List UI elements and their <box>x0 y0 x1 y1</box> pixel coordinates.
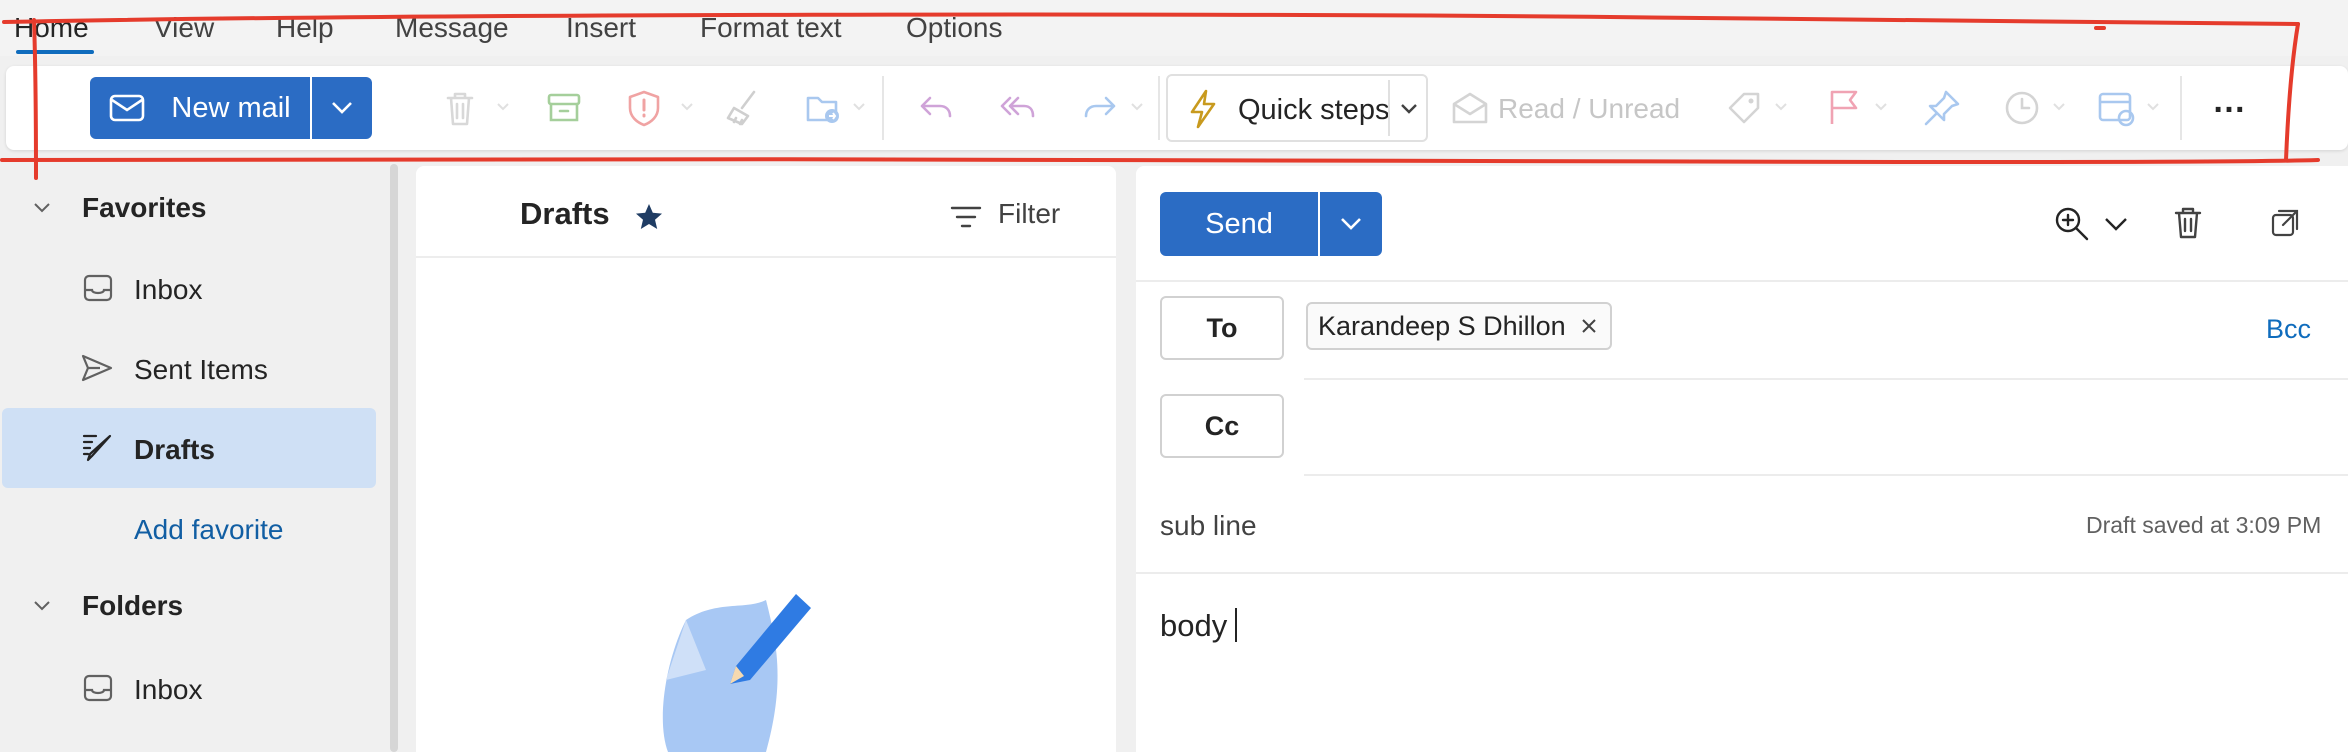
inbox-icon <box>83 274 113 302</box>
add-favorite-link[interactable]: Add favorite <box>134 514 283 546</box>
active-tab-indicator <box>16 50 94 54</box>
mail-icon <box>110 94 145 122</box>
pin-icon[interactable] <box>1920 86 1964 130</box>
to-button[interactable]: To <box>1160 296 1284 360</box>
ribbon-divider <box>2180 76 2182 140</box>
nav-item-inbox[interactable]: Inbox <box>134 274 203 306</box>
nav-item-folder-inbox[interactable]: Inbox <box>134 674 203 706</box>
ribbon-divider <box>1158 76 1160 140</box>
divider <box>1136 572 2348 574</box>
envelope-open-icon[interactable] <box>1448 86 1492 130</box>
more-icon[interactable]: … <box>2212 82 2246 121</box>
pane-resizer[interactable] <box>390 164 398 752</box>
chevron-down-icon[interactable] <box>1130 100 1144 114</box>
cc-label: Cc <box>1204 410 1240 441</box>
flag-icon[interactable] <box>1822 86 1866 130</box>
send-button[interactable]: Send <box>1160 192 1318 256</box>
tab-options[interactable]: Options <box>906 12 1003 44</box>
new-mail-label: New mail <box>171 91 291 124</box>
divider <box>1136 280 2348 282</box>
message-body-editor[interactable]: body <box>1160 608 1238 644</box>
chevron-down-icon <box>332 102 352 114</box>
draft-saved-status: Draft saved at 3:09 PM <box>2086 512 2322 538</box>
quick-steps-button[interactable]: Quick steps <box>1166 74 1428 142</box>
report-icon[interactable] <box>622 86 666 130</box>
recipient-chip[interactable]: Karandeep S Dhillon <box>1306 302 1612 350</box>
archive-icon[interactable] <box>542 86 586 130</box>
drafts-icon <box>82 434 112 462</box>
chevron-down-icon[interactable] <box>1400 102 1418 116</box>
pop-out-icon[interactable] <box>2270 208 2300 238</box>
send-options-dropdown[interactable] <box>1320 192 1382 256</box>
new-mail-button[interactable]: New mail <box>90 77 310 139</box>
to-label: To <box>1206 312 1238 343</box>
message-list: Drafts Filter <box>416 166 1116 752</box>
chevron-down-icon[interactable] <box>2052 100 2066 114</box>
tab-home[interactable]: Home <box>14 12 89 44</box>
drafts-illustration-icon <box>662 594 811 752</box>
send-label: Send <box>1205 207 1273 240</box>
chevron-down-icon <box>1341 218 1361 230</box>
subject-field[interactable]: sub line <box>1160 510 1257 542</box>
folders-header[interactable]: Folders <box>82 590 183 622</box>
chevron-down-icon[interactable] <box>32 198 52 218</box>
ribbon-tabs: Home View Help Message Insert Format tex… <box>0 0 2348 56</box>
bcc-button[interactable]: Bcc <box>2266 314 2311 345</box>
quick-steps-label: Quick steps <box>1238 94 1390 126</box>
forward-icon[interactable] <box>1078 86 1122 130</box>
zoom-icon[interactable] <box>2054 206 2090 242</box>
text-cursor <box>1235 608 1238 642</box>
reply-icon[interactable] <box>914 86 958 130</box>
star-icon[interactable] <box>634 202 664 232</box>
ribbon-divider <box>882 76 884 140</box>
tab-view[interactable]: View <box>154 12 214 44</box>
filter-button[interactable]: Filter <box>998 198 1060 230</box>
chevron-down-icon[interactable] <box>32 596 52 616</box>
move-icon[interactable] <box>802 86 846 130</box>
tab-insert[interactable]: Insert <box>566 12 636 44</box>
chevron-down-icon[interactable] <box>1874 100 1888 114</box>
menu-icon[interactable] <box>34 92 70 122</box>
folder-title: Drafts <box>520 196 610 231</box>
delete-icon[interactable] <box>438 86 482 130</box>
tab-format-text[interactable]: Format text <box>700 12 842 44</box>
compose-pane: Send To Karandeep S Dhillon Bcc Cc sub l… <box>1136 166 2348 752</box>
rules-icon[interactable] <box>2094 86 2138 130</box>
ribbon-toolbar: New mail Quick steps Read / Unread … <box>6 66 2348 150</box>
chevron-down-icon[interactable] <box>680 100 694 114</box>
body-text: body <box>1160 608 1228 643</box>
lightning-icon <box>1190 89 1216 129</box>
tab-message[interactable]: Message <box>395 12 509 44</box>
quick-steps-divider <box>1388 80 1390 136</box>
cc-button[interactable]: Cc <box>1160 394 1284 458</box>
chevron-down-icon[interactable] <box>1774 100 1788 114</box>
read-unread-label[interactable]: Read / Unread <box>1498 93 1680 125</box>
new-mail-dropdown[interactable] <box>312 77 372 139</box>
chevron-down-icon[interactable] <box>2146 100 2160 114</box>
nav-item-drafts[interactable]: Drafts <box>134 434 215 466</box>
reply-all-icon[interactable] <box>996 86 1040 130</box>
favorites-header[interactable]: Favorites <box>82 192 207 224</box>
divider <box>1304 378 2348 380</box>
inbox-icon <box>83 674 113 702</box>
tab-help[interactable]: Help <box>276 12 334 44</box>
recipient-name: Karandeep S Dhillon <box>1318 310 1566 341</box>
chevron-down-icon[interactable] <box>852 100 866 114</box>
discard-draft-icon[interactable] <box>2172 206 2204 240</box>
sweep-icon[interactable] <box>720 86 764 130</box>
filter-icon[interactable] <box>950 204 982 230</box>
chevron-down-icon[interactable] <box>496 100 510 114</box>
clock-icon[interactable] <box>2000 86 2044 130</box>
nav-item-sent-items[interactable]: Sent Items <box>134 354 268 386</box>
chevron-down-icon[interactable] <box>2104 216 2128 232</box>
divider <box>1304 474 2348 476</box>
remove-recipient-icon[interactable] <box>1580 317 1598 335</box>
tag-icon[interactable] <box>1722 86 1766 130</box>
message-list-header: Drafts Filter <box>416 166 1116 258</box>
send-icon <box>81 354 113 382</box>
